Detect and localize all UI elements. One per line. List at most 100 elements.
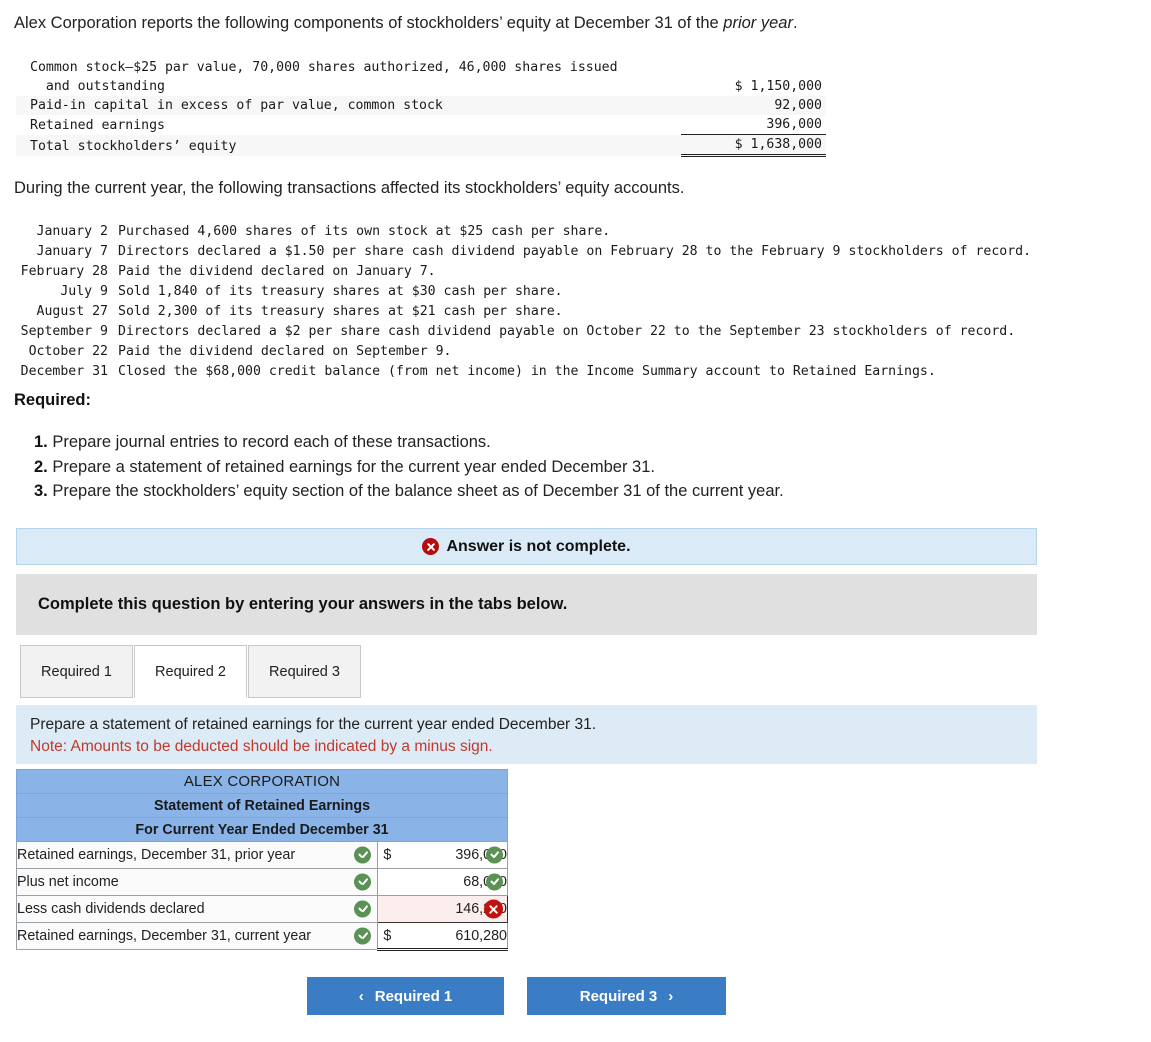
transaction-date: July 9 xyxy=(60,284,108,299)
check-icon xyxy=(354,873,372,891)
transaction-description: Closed the $68,000 credit balance (from … xyxy=(118,364,936,379)
equity-row-amount: 92,000 xyxy=(681,96,826,115)
required-item-text: Prepare a statement of retained earnings… xyxy=(52,457,655,476)
transaction-date: January 7 xyxy=(36,244,108,259)
check-icon xyxy=(354,900,372,918)
required-item-text: Prepare journal entries to record each o… xyxy=(52,433,491,451)
navigation-buttons: ‹ Required 1 Required 3 › xyxy=(307,977,726,1015)
transaction-date: October 22 xyxy=(28,344,108,359)
company-name-header: ALEX CORPORATION xyxy=(16,769,508,794)
intro-paragraph: Alex Corporation reports the following c… xyxy=(14,12,1134,34)
transaction-row: January 2 Purchased 4,600 shares of its … xyxy=(0,222,1031,242)
transactions-table: January 2 Purchased 4,600 shares of its … xyxy=(0,222,1031,382)
complete-question-banner: Complete this question by entering your … xyxy=(16,574,1037,635)
row-value-cell[interactable]: 68,000 xyxy=(377,868,508,896)
equity-row-amount: $ 1,638,000 xyxy=(681,134,826,157)
retained-earnings-table: ALEX CORPORATION Statement of Retained E… xyxy=(15,769,508,951)
transaction-date: January 2 xyxy=(36,224,108,239)
transaction-description: Purchased 4,600 shares of its own stock … xyxy=(118,224,611,239)
transaction-row: September 9 Directors declared a $2 per … xyxy=(0,322,1031,342)
table-row: Plus net income 68,000 xyxy=(15,868,508,896)
transaction-row: October 22 Paid the dividend declared on… xyxy=(0,342,1031,362)
answer-status-text: Answer is not complete. xyxy=(446,537,631,555)
equity-row: Total stockholders’ equity $ 1,638,000 xyxy=(16,134,826,157)
question-page: Alex Corporation reports the following c… xyxy=(0,0,1151,1042)
required-item: 2. Prepare a statement of retained earni… xyxy=(34,455,784,480)
prior-year-equity-table: Common stock–$25 par value, 70,000 share… xyxy=(16,58,826,157)
required-item-number: 3. xyxy=(34,482,48,500)
transaction-row: August 27 Sold 2,300 of its treasury sha… xyxy=(0,302,1031,322)
transaction-description: Sold 2,300 of its treasury shares at $21… xyxy=(118,304,563,319)
equity-row-label: Common stock–$25 par value, 70,000 share… xyxy=(30,60,618,75)
row-value-cell[interactable]: $ 610,280 xyxy=(377,922,508,951)
required-heading: Required: xyxy=(14,391,92,409)
tab-required-1[interactable]: Required 1 xyxy=(20,645,133,698)
required-item: 3. Prepare the stockholders’ equity sect… xyxy=(34,479,784,504)
table-row: Retained earnings, December 31, prior ye… xyxy=(15,841,508,869)
check-icon xyxy=(354,846,372,864)
intro-text-before: Alex Corporation reports the following c… xyxy=(14,14,724,32)
instruction-line: Prepare a statement of retained earnings… xyxy=(30,716,597,733)
row-value-text: 610,280 xyxy=(455,927,507,944)
period-header: For Current Year Ended December 31 xyxy=(16,817,508,842)
row-label-cell[interactable]: Less cash dividends declared xyxy=(15,895,379,923)
row-label-cell[interactable]: Retained earnings, December 31, prior ye… xyxy=(15,841,379,869)
transaction-row: December 31 Closed the $68,000 credit ba… xyxy=(0,362,1031,382)
intro-italic: prior year xyxy=(723,14,793,32)
tab-required-3[interactable]: Required 3 xyxy=(248,645,361,698)
dollar-sign: $ xyxy=(383,927,392,944)
row-label-text: Less cash dividends declared xyxy=(17,901,205,917)
equity-row-label: Retained earnings xyxy=(30,117,165,133)
statement-name-header: Statement of Retained Earnings xyxy=(16,793,508,818)
next-requirement-button[interactable]: Required 3 › xyxy=(527,977,726,1015)
transaction-date: February 28 xyxy=(20,264,108,279)
row-label-text: Retained earnings, December 31, prior ye… xyxy=(17,847,296,863)
table-title-row: ALEX CORPORATION xyxy=(16,769,508,794)
instruction-note: Note: Amounts to be deducted should be i… xyxy=(30,738,493,755)
chevron-right-icon: › xyxy=(668,987,674,1005)
row-label-text: Plus net income xyxy=(17,874,119,890)
table-row: Retained earnings, December 31, current … xyxy=(15,922,508,951)
table-title-row: Statement of Retained Earnings xyxy=(16,793,508,818)
chevron-left-icon: ‹ xyxy=(358,987,364,1005)
check-icon xyxy=(486,873,503,891)
previous-requirement-button[interactable]: ‹ Required 1 xyxy=(307,977,504,1015)
next-requirement-label: Required 3 xyxy=(579,987,658,1005)
previous-requirement-label: Required 1 xyxy=(374,987,453,1005)
x-circle-icon xyxy=(422,538,440,555)
equity-row: and outstanding $ 1,150,000 xyxy=(16,77,826,96)
transaction-description: Paid the dividend declared on September … xyxy=(118,344,452,359)
required-item: 1. Prepare journal entries to record eac… xyxy=(34,430,784,455)
row-value-cell[interactable]: $ 396,000 xyxy=(377,841,508,869)
equity-row-amount xyxy=(681,58,826,77)
transaction-description: Directors declared a $1.50 per share cas… xyxy=(118,244,1032,259)
required-item-number: 1. xyxy=(34,433,48,451)
check-icon xyxy=(486,846,503,864)
equity-row-label: and outstanding xyxy=(30,79,165,94)
check-icon xyxy=(354,927,372,945)
equity-row-amount: $ 1,150,000 xyxy=(734,79,822,94)
equity-row: Retained earnings 396,000 xyxy=(16,115,826,135)
transaction-date: December 31 xyxy=(20,364,108,379)
equity-row-amount: 396,000 xyxy=(681,115,826,135)
table-title-row: For Current Year Ended December 31 xyxy=(16,817,508,842)
tab-required-2[interactable]: Required 2 xyxy=(134,645,247,698)
equity-row-label: Paid-in capital in excess of par value, … xyxy=(16,96,681,115)
transaction-row: January 7 Directors declared a $1.50 per… xyxy=(0,242,1032,262)
transaction-description: Directors declared a $2 per share cash d… xyxy=(118,324,1016,339)
row-label-cell[interactable]: Plus net income xyxy=(15,868,379,896)
transaction-description: Paid the dividend declared on January 7. xyxy=(118,264,436,279)
required-item-number: 2. xyxy=(34,457,48,476)
row-value-cell[interactable]: 146,280 xyxy=(377,895,508,923)
during-year-paragraph: During the current year, the following t… xyxy=(14,179,685,197)
row-label-text: Retained earnings, December 31, current … xyxy=(17,928,312,944)
instruction-panel: Prepare a statement of retained earnings… xyxy=(16,705,1037,764)
equity-row: Common stock–$25 par value, 70,000 share… xyxy=(16,58,826,77)
row-label-cell[interactable]: Retained earnings, December 31, current … xyxy=(15,922,379,950)
required-item-text: Prepare the stockholders’ equity section… xyxy=(52,482,784,500)
transaction-date: August 27 xyxy=(36,304,108,319)
requirement-tabs: Required 1 Required 2 Required 3 xyxy=(20,645,362,698)
retained-earnings-statement: ALEX CORPORATION Statement of Retained E… xyxy=(15,769,508,951)
intro-text-after: . xyxy=(792,14,798,32)
required-list: 1. Prepare journal entries to record eac… xyxy=(34,430,784,504)
